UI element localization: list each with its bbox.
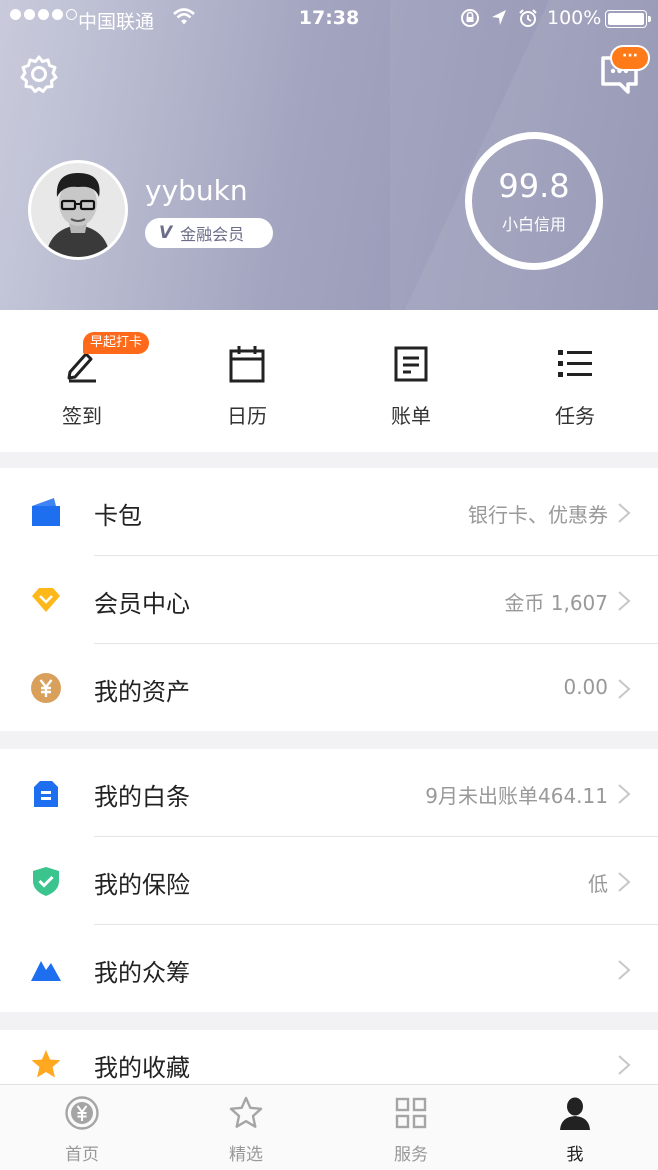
- quick-action-bill[interactable]: 账单: [346, 310, 476, 452]
- list-item-my-assets[interactable]: 我的资产 0.00: [0, 644, 658, 732]
- list-item-value: 金币 1,607: [504, 591, 608, 615]
- list-item-value: 低: [588, 872, 608, 896]
- username[interactable]: yybukn: [145, 174, 248, 207]
- bottom-tab-bar: 首页 精选 服务 我: [0, 1084, 658, 1170]
- profile-header: 中国联通 17:38 100% ··· yybukn V 金融会员 99.8 小…: [0, 0, 658, 310]
- grid-icon: [395, 1097, 427, 1129]
- list-item-title: 会员中心: [94, 590, 190, 618]
- chevron-right-icon: [618, 591, 631, 611]
- task-list-icon: [558, 350, 592, 377]
- status-icons: [460, 8, 538, 28]
- list-item-title: 我的众筹: [94, 959, 190, 987]
- quick-action-label: 签到: [62, 404, 102, 428]
- tab-label: 精选: [229, 1145, 263, 1165]
- list-item-crowdfunding[interactable]: 我的众筹: [0, 925, 658, 1013]
- person-icon: [560, 1097, 590, 1130]
- credit-score-value: 99.8: [498, 167, 570, 205]
- bill-icon: [394, 346, 428, 382]
- tab-label: 我: [566, 1145, 584, 1165]
- list-item-value: 0.00: [563, 675, 608, 699]
- credit-score-label: 小白信用: [501, 215, 566, 234]
- chevron-right-icon: [618, 872, 631, 892]
- list-item-card-wallet[interactable]: 卡包 银行卡、优惠券: [0, 468, 658, 556]
- star-outline-icon: [229, 1096, 263, 1128]
- chevron-right-icon: [618, 1055, 631, 1075]
- chevron-right-icon: [618, 503, 631, 523]
- iou-icon: [34, 781, 58, 807]
- list-item-value: 9月未出账单464.11: [425, 784, 608, 808]
- yuan-coin-icon: [31, 673, 61, 703]
- star-icon: [31, 1050, 61, 1078]
- tab-featured[interactable]: 精选: [164, 1085, 328, 1170]
- member-v-icon: V: [159, 223, 173, 243]
- list-item-title: 我的白条: [94, 783, 190, 811]
- tab-label: 服务: [394, 1145, 428, 1165]
- mountain-icon: [31, 961, 61, 981]
- status-bar: 中国联通 17:38 100%: [0, 0, 658, 38]
- member-level-label: 金融会员: [180, 225, 245, 244]
- list-item-title: 我的资产: [94, 678, 190, 706]
- battery-icon: [605, 10, 651, 28]
- quick-action-label: 任务: [555, 404, 595, 428]
- shield-check-icon: [33, 867, 59, 896]
- chevron-right-icon: [618, 960, 631, 980]
- member-level-badge[interactable]: V 金融会员: [145, 218, 273, 248]
- quick-action-label: 账单: [391, 404, 431, 428]
- location-icon: [492, 10, 506, 25]
- settings-gear-icon[interactable]: [18, 53, 60, 95]
- avatar-photo: [31, 163, 125, 257]
- quick-action-tasks[interactable]: 任务: [510, 310, 640, 452]
- quick-action-calendar[interactable]: 日历: [182, 310, 312, 452]
- list-item-value: 银行卡、优惠券: [468, 503, 608, 527]
- calendar-icon: [229, 346, 265, 383]
- list-item-title: 我的收藏: [94, 1054, 190, 1082]
- quick-action-label: 日历: [227, 404, 267, 428]
- early-checkin-badge: 早起打卡: [83, 332, 150, 354]
- yuan-circle-icon: [65, 1096, 99, 1130]
- tab-services[interactable]: 服务: [329, 1085, 493, 1170]
- list-item-baitiao[interactable]: 我的白条 9月未出账单464.11: [0, 749, 658, 837]
- chevron-right-icon: [618, 679, 631, 699]
- chevron-right-icon: [618, 784, 631, 804]
- tab-home[interactable]: 首页: [0, 1085, 164, 1170]
- alarm-icon: [519, 9, 537, 27]
- avatar[interactable]: [28, 160, 128, 260]
- battery-percent: 100%: [547, 7, 602, 29]
- list-item-title: 我的保险: [94, 871, 190, 899]
- list-item-title: 卡包: [94, 502, 142, 530]
- list-item-member-center[interactable]: 会员中心 金币 1,607: [0, 556, 658, 644]
- tab-label: 首页: [65, 1145, 99, 1165]
- tab-me[interactable]: 我: [493, 1085, 657, 1170]
- rotation-lock-icon: [461, 9, 479, 27]
- wallet-icon: [32, 498, 60, 526]
- list-section-1: 卡包 银行卡、优惠券 会员中心 金币 1,607 我的资产 0.00: [0, 468, 658, 731]
- list-section-2: 我的白条 9月未出账单464.11 我的保险 低 我的众筹: [0, 749, 658, 1012]
- diamond-icon: [32, 588, 60, 612]
- list-item-insurance[interactable]: 我的保险 低: [0, 837, 658, 925]
- message-badge: ···: [610, 45, 650, 71]
